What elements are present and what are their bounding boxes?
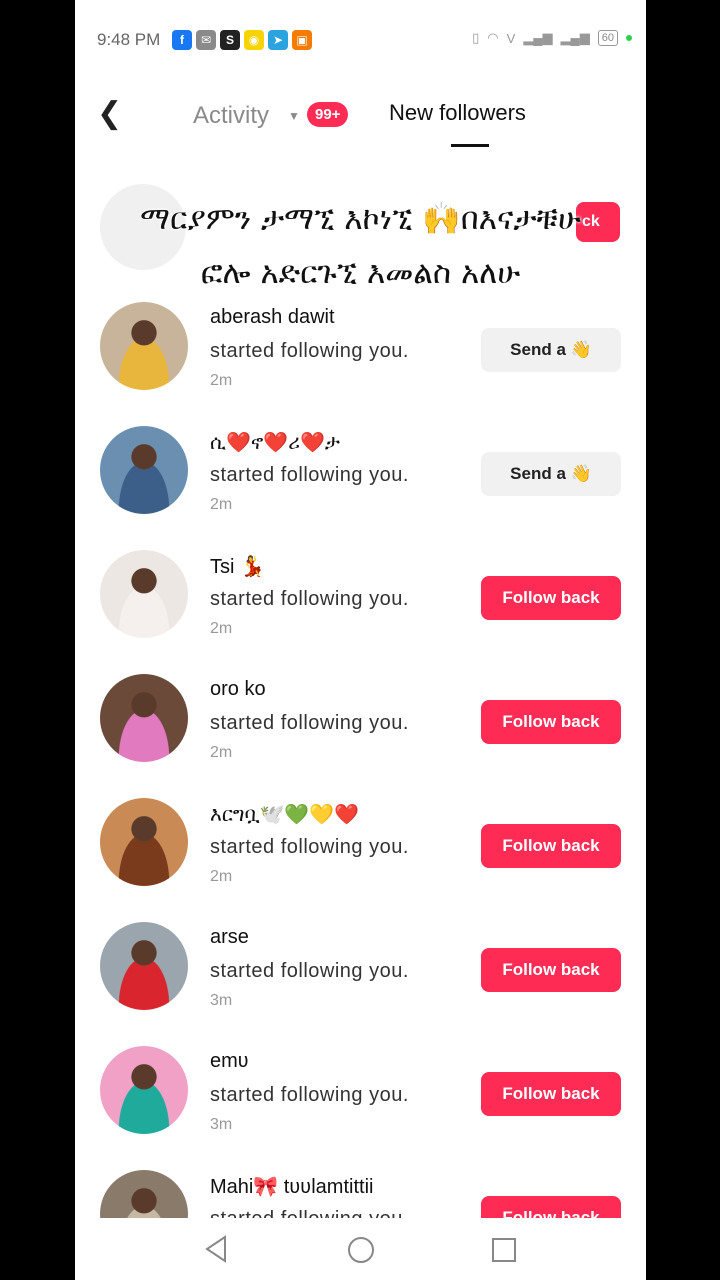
avatar[interactable] [100,426,188,514]
follower-row[interactable]: aberash dawit started following you. 2m Sen… [100,302,621,426]
followers-list: aberash dawit started following you. 2m Sen… [100,302,621,1280]
signal2-icon: ▂▄▆ [560,30,590,45]
battery-icon: 60 [597,30,618,46]
follower-row[interactable]: oro ko started following you. 2m Follow bac… [100,674,621,798]
system-icons: ▯ ◠ V ▂▄▆ ▂▄▆ 60 [472,30,632,46]
snapchat-icon: ◉ [244,30,264,50]
follow-message: started following you. [210,340,409,362]
username[interactable]: arse [210,926,249,949]
time-ago: 2m [210,496,233,513]
follower-row[interactable]: ሲ❤️ኖ❤️ሪ❤️ታ started following you. 2m Send a… [100,426,621,550]
username[interactable]: emʋ [210,1050,249,1073]
charging-dot [626,35,632,41]
username[interactable]: aberash dawit [210,306,335,329]
tab-new-followers[interactable]: New followers [389,100,526,126]
wifi-icon: ◠ [487,30,499,45]
tab-indicator [451,144,489,147]
caret-down-icon[interactable]: ▼ [288,109,300,123]
phone-screen: 9:48 PM f ✉ S ◉ ➤ ▣ ▯ ◠ V ▂▄▆ ▂▄▆ 60 ❮ Activi… [75,0,646,1280]
nav-back-icon[interactable] [203,1234,229,1264]
follow-back-button[interactable]: Follow back [481,948,621,992]
send-wave-button[interactable]: Send a 👋 [481,452,621,496]
username[interactable]: Mahi🎀 tʋʋlamtittii [210,1174,373,1199]
tab-activity[interactable]: Activity [193,102,269,130]
status-bar: 9:48 PM f ✉ S ◉ ➤ ▣ ▯ ◠ V ▂▄▆ ▂▄▆ 60 [75,0,646,80]
username[interactable]: እርግቧ🕊️💚💛❤️ [210,802,359,827]
overlay-line-2: ፎሎ አድርጉኚ እመልስ አለሁ [200,255,521,291]
time-ago: 2m [210,868,233,885]
follow-back-button[interactable]: Follow back [481,824,621,868]
follow-back-button[interactable]: Follow back [481,700,621,744]
username[interactable]: Tsi 💃 [210,554,265,579]
time-ago: 3m [210,992,233,1009]
nav-home-icon[interactable] [348,1237,374,1263]
follow-back-button[interactable]: Follow back [481,1072,621,1116]
time-ago: 3m [210,1116,233,1133]
avatar[interactable] [100,302,188,390]
app-icon: ▣ [292,30,312,50]
time-ago: 2m [210,372,233,389]
notification-icons: f ✉ S ◉ ➤ ▣ [172,30,312,50]
follow-message: started following you. [210,712,409,734]
time-ago: 2m [210,620,233,637]
skype-icon: S [220,30,240,50]
avatar[interactable] [100,922,188,1010]
time-ago: 2m [210,744,233,761]
status-time: 9:48 PM [97,30,161,49]
avatar[interactable] [100,674,188,762]
avatar[interactable] [100,798,188,886]
send-wave-button[interactable]: Send a 👋 [481,328,621,372]
back-arrow-icon[interactable]: ❮ [97,96,122,131]
notification-badge: 99+ [307,102,349,127]
overlay-line-1: ማርያምን ታማኚ እኮነኚ 🙌በእናታቹሁ [140,201,581,237]
avatar[interactable] [100,1046,188,1134]
follower-row[interactable]: emʋ started following you. 3m Follow back [100,1046,621,1170]
follow-message: started following you. [210,960,409,982]
system-nav-bar [75,1218,646,1280]
facebook-icon: f [172,30,192,50]
username[interactable]: oro ko [210,678,266,701]
header: ❮ Activity ▼ 99+ New followers [75,84,646,154]
telegram-icon: ➤ [268,30,288,50]
messenger-icon: ✉ [196,30,216,50]
signal-icon: ▂▄▆ [523,30,553,45]
follower-row[interactable]: arse started following you. 3m Follow back [100,922,621,1046]
follow-message: started following you. [210,836,409,858]
vibrate-icon: ▯ [472,30,480,45]
overlay-caption: ማርያምን ታማኚ እኮነኚ 🙌በእናታቹሁ ፎሎ አድርጉኚ እመልስ አለሁ [75,192,646,300]
nav-recents-icon[interactable] [492,1238,516,1262]
follow-back-button[interactable]: Follow back [481,576,621,620]
username[interactable]: ሲ❤️ኖ❤️ሪ❤️ታ [210,430,340,455]
follow-message: started following you. [210,464,409,486]
follow-message: started following you. [210,1084,409,1106]
follower-row[interactable]: እርግቧ🕊️💚💛❤️ started following you. 2m Follow… [100,798,621,922]
volte-icon: V [506,30,516,46]
follow-message: started following you. [210,588,409,610]
follower-row[interactable]: Tsi 💃 started following you. 2m Follow back [100,550,621,674]
avatar[interactable] [100,550,188,638]
